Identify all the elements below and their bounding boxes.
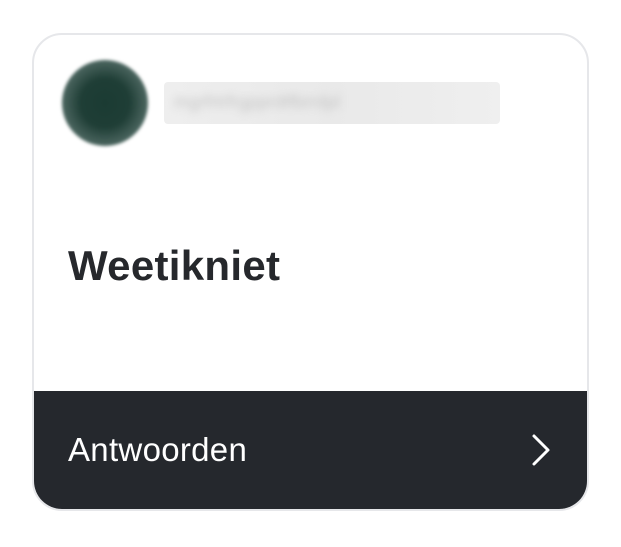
answer-button-label: Antwoorden	[68, 431, 248, 468]
chevron-right-icon	[532, 434, 550, 466]
question-text: Weetikniet	[68, 242, 281, 289]
question-card: mgrfrtrfrgpprdtfbrrdpl Weetikniet Antwoo…	[32, 33, 589, 511]
card-header: mgrfrtrfrgpprdtfbrrdpl	[62, 60, 559, 146]
answer-button[interactable]: Antwoorden	[34, 391, 587, 509]
username-text: mgrfrtrfrgpprdtfbrrdpl	[174, 92, 341, 112]
username-blurred: mgrfrtrfrgpprdtfbrrdpl	[164, 82, 500, 124]
avatar	[62, 60, 148, 146]
